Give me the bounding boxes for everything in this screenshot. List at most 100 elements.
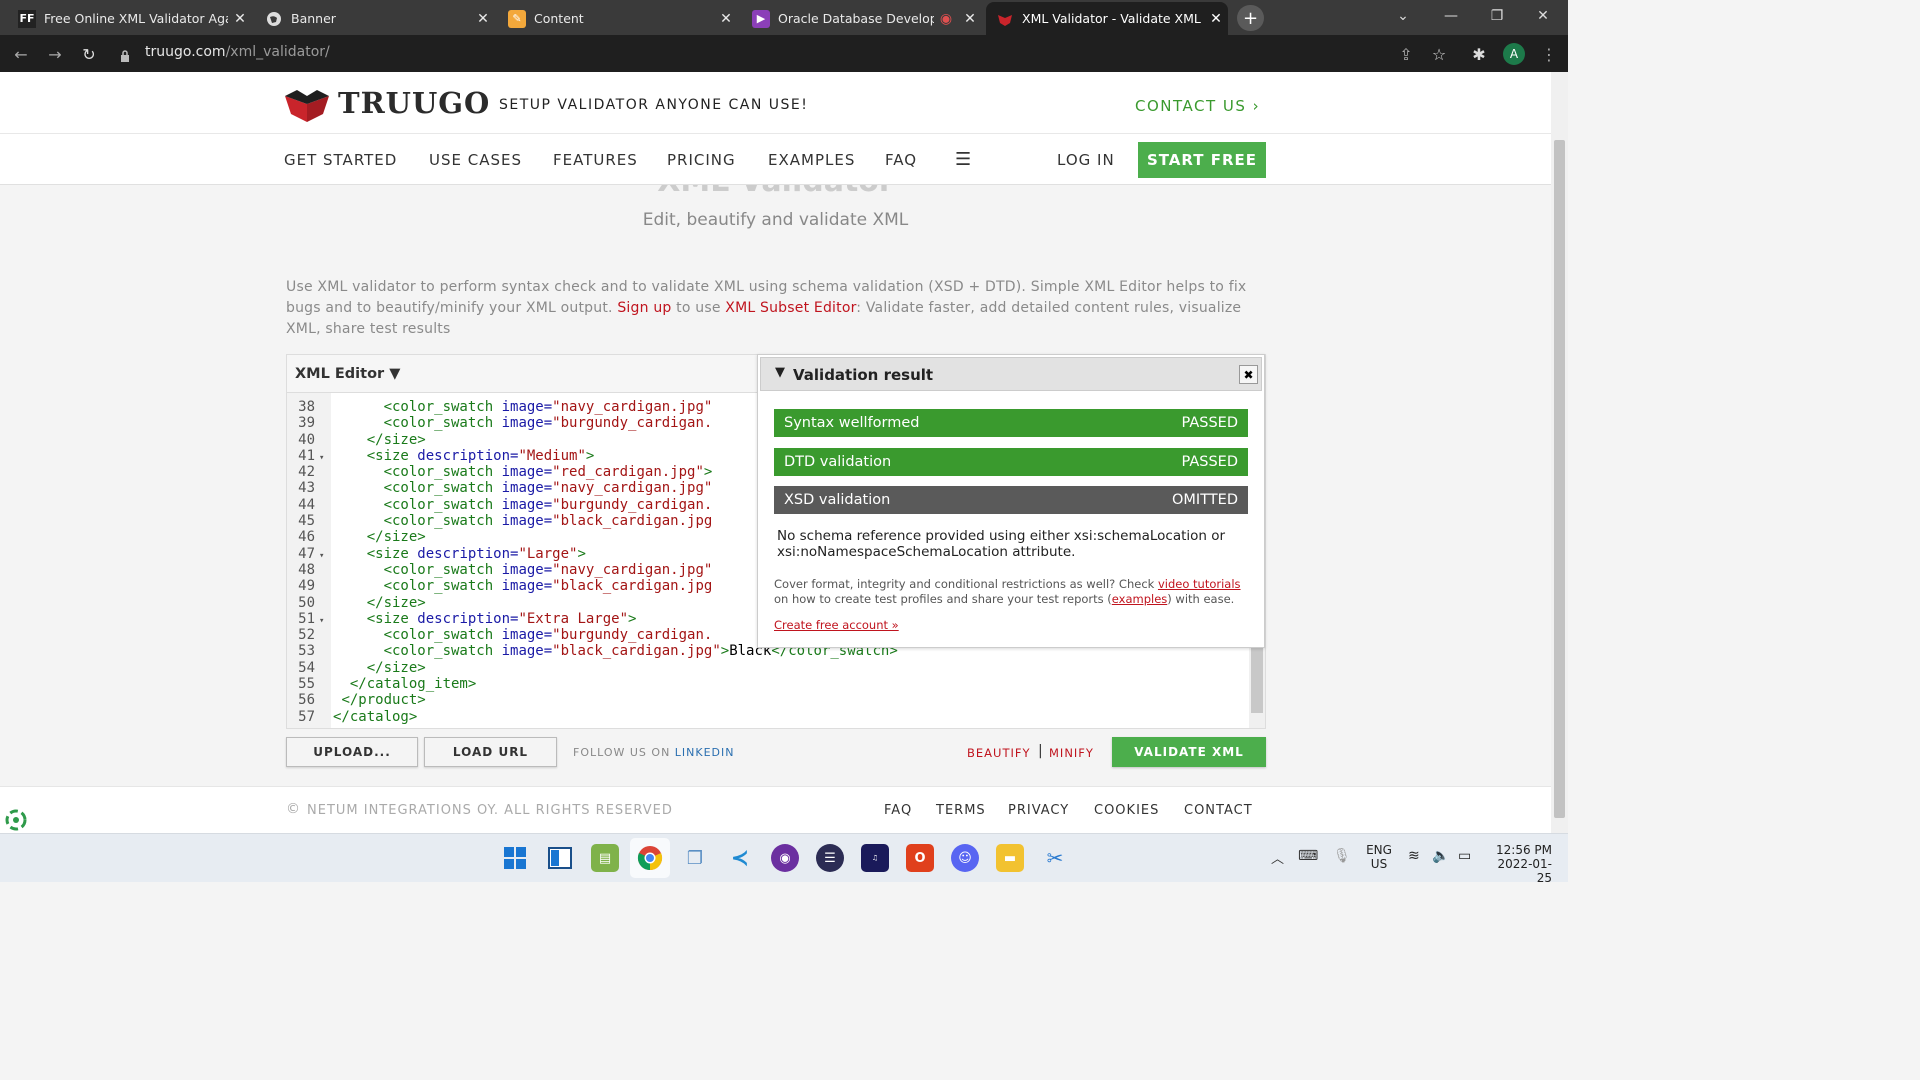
chevron-up-icon[interactable]: ︿: [1271, 848, 1284, 867]
footer-contact[interactable]: CONTACT: [1184, 803, 1253, 818]
vscode-icon[interactable]: ≺: [726, 844, 754, 872]
snipping-tool-icon[interactable]: ✂: [1041, 844, 1069, 872]
tab-search-icon[interactable]: ⌄: [1380, 0, 1426, 32]
editor-title[interactable]: XML Editor ▼: [295, 366, 400, 382]
restore-icon[interactable]: ❐: [1474, 0, 1520, 32]
footer-privacy[interactable]: PRIVACY: [1008, 803, 1069, 818]
chat-widget-icon[interactable]: [4, 808, 28, 832]
page-scroll-thumb[interactable]: [1554, 140, 1565, 818]
login-link[interactable]: LOG IN: [1057, 151, 1115, 169]
footer-cookies[interactable]: COOKIES: [1094, 803, 1159, 818]
close-tab-icon[interactable]: ✕: [958, 11, 982, 27]
chrome-icon[interactable]: [636, 844, 664, 872]
promo-text: Cover format, integrity and conditional …: [774, 577, 1241, 606]
discord-icon[interactable]: ☺: [951, 844, 979, 872]
start-icon[interactable]: [501, 844, 529, 872]
profile-avatar[interactable]: A: [1503, 43, 1525, 65]
amazon-music-icon[interactable]: ♫: [861, 844, 889, 872]
bookmark-star-icon[interactable]: ☆: [1428, 43, 1450, 65]
nav-examples[interactable]: EXAMPLES: [768, 151, 855, 169]
volume-icon[interactable]: 🔈: [1432, 848, 1449, 864]
close-tab-icon[interactable]: ✕: [471, 11, 495, 27]
minimize-icon[interactable]: —: [1428, 0, 1474, 32]
signup-link[interactable]: Sign up: [617, 300, 671, 316]
battery-icon[interactable]: ▭: [1458, 848, 1471, 864]
eclipse-icon[interactable]: ☰: [816, 844, 844, 872]
nav-faq[interactable]: FAQ: [885, 151, 917, 169]
language-indicator[interactable]: ENG US: [1366, 843, 1392, 871]
validation-result-label: DTD validation: [784, 453, 892, 470]
beautify-link[interactable]: BEAUTIFY: [967, 746, 1031, 760]
xml-tag: <color_swatch: [383, 480, 494, 497]
nav-get-started[interactable]: GET STARTED: [284, 151, 397, 169]
browser-tab[interactable]: FF Free Online XML Validator Again ✕: [8, 2, 252, 35]
code-line[interactable]: 57 </catalog>: [287, 709, 1247, 725]
copyright-icon: ©: [286, 801, 300, 817]
footer-faq[interactable]: FAQ: [884, 803, 912, 818]
files-app-icon[interactable]: ❐: [681, 844, 709, 872]
close-tab-icon[interactable]: ✕: [228, 11, 252, 27]
new-tab-button[interactable]: +: [1237, 5, 1264, 31]
code-line[interactable]: 55 </catalog_item>: [287, 676, 1247, 692]
nav-features[interactable]: FEATURES: [553, 151, 638, 169]
browser-tab[interactable]: Banner ✕: [255, 2, 495, 35]
forward-icon[interactable]: →: [44, 43, 66, 65]
line-number: 48: [298, 561, 315, 578]
address-input[interactable]: truugo.com/xml_validator/: [145, 44, 330, 60]
wifi-icon[interactable]: ≋: [1408, 848, 1420, 864]
code-line[interactable]: 54 </size>: [287, 660, 1247, 676]
xml-value: "black_cardigan.jpg: [552, 513, 713, 530]
gallery-app-icon[interactable]: ▤: [591, 844, 619, 872]
video-tutorials-link[interactable]: video tutorials: [1158, 577, 1241, 591]
start-free-button[interactable]: START FREE: [1138, 142, 1266, 178]
footer-terms[interactable]: TERMS: [936, 803, 986, 818]
contact-us-link[interactable]: CONTACT US ›: [1135, 97, 1260, 115]
keyboard-icon[interactable]: ⌨: [1298, 848, 1318, 864]
xml-attribute: description=: [408, 610, 519, 627]
xml-tag: <color_swatch: [383, 415, 494, 432]
validate-xml-button[interactable]: VALIDATE XML: [1112, 737, 1266, 767]
code-line[interactable]: 56 </product>: [287, 692, 1247, 708]
browser-tab[interactable]: ✎ Content ✕: [498, 2, 738, 35]
close-tab-icon[interactable]: ✕: [1204, 11, 1228, 27]
clock[interactable]: 12:56 PM 2022-01-25: [1486, 843, 1552, 885]
extensions-icon[interactable]: ✱: [1468, 43, 1490, 65]
browser-tab-active[interactable]: XML Validator - Validate XML On ✕: [986, 2, 1228, 35]
xml-tag: <color_swatch: [383, 643, 494, 660]
reload-icon[interactable]: ↻: [78, 43, 100, 65]
menu-kebab-icon[interactable]: ⋮: [1538, 43, 1560, 65]
task-view-icon[interactable]: [546, 844, 574, 872]
linkedin-link[interactable]: LINKEDIN: [675, 746, 735, 759]
github-desktop-icon[interactable]: ◉: [771, 844, 799, 872]
hamburger-menu-icon[interactable]: ☰: [955, 149, 971, 170]
nav-use-cases[interactable]: USE CASES: [429, 151, 522, 169]
office-icon[interactable]: O: [906, 844, 934, 872]
browser-tab[interactable]: ▶ Oracle Database Developme ◉ ✕: [742, 2, 982, 35]
minify-link[interactable]: MINIFY: [1049, 746, 1094, 760]
upload-button[interactable]: UPLOAD...: [286, 737, 418, 767]
brand-name[interactable]: TRUUGO: [338, 86, 490, 120]
subset-editor-link[interactable]: XML Subset Editor: [725, 300, 856, 316]
validation-results: Syntax wellformed PASSED DTD validation PAS…: [758, 355, 1264, 555]
xml-tag: >: [628, 610, 637, 627]
xml-attribute: image=: [493, 578, 553, 595]
file-explorer-icon[interactable]: ▬: [996, 844, 1024, 872]
page-scrollbar[interactable]: [1551, 72, 1568, 833]
load-url-button[interactable]: LOAD URL: [424, 737, 557, 767]
create-account-link[interactable]: Create free account »: [774, 618, 899, 632]
share-icon[interactable]: ⇪: [1395, 43, 1417, 65]
editor-scroll-thumb[interactable]: [1251, 643, 1263, 713]
line-number: 38: [298, 399, 315, 415]
close-window-icon[interactable]: ✕: [1520, 0, 1566, 32]
site-header: TRUUGO SETUP VALIDATOR ANYONE CAN USE! C…: [0, 72, 1551, 134]
microphone-icon[interactable]: 🎙: [1333, 848, 1351, 864]
back-icon[interactable]: ←: [10, 43, 32, 65]
close-tab-icon[interactable]: ✕: [714, 11, 738, 27]
truugo-logo-icon[interactable]: [283, 88, 331, 122]
nav-pricing[interactable]: PRICING: [667, 151, 736, 169]
examples-link[interactable]: examples: [1112, 592, 1168, 606]
browser-tab-bar: FF Free Online XML Validator Again ✕ Ban…: [0, 0, 1568, 35]
xml-tag: <color_swatch: [383, 496, 494, 513]
xml-tag: </catalog_item>: [349, 676, 477, 693]
